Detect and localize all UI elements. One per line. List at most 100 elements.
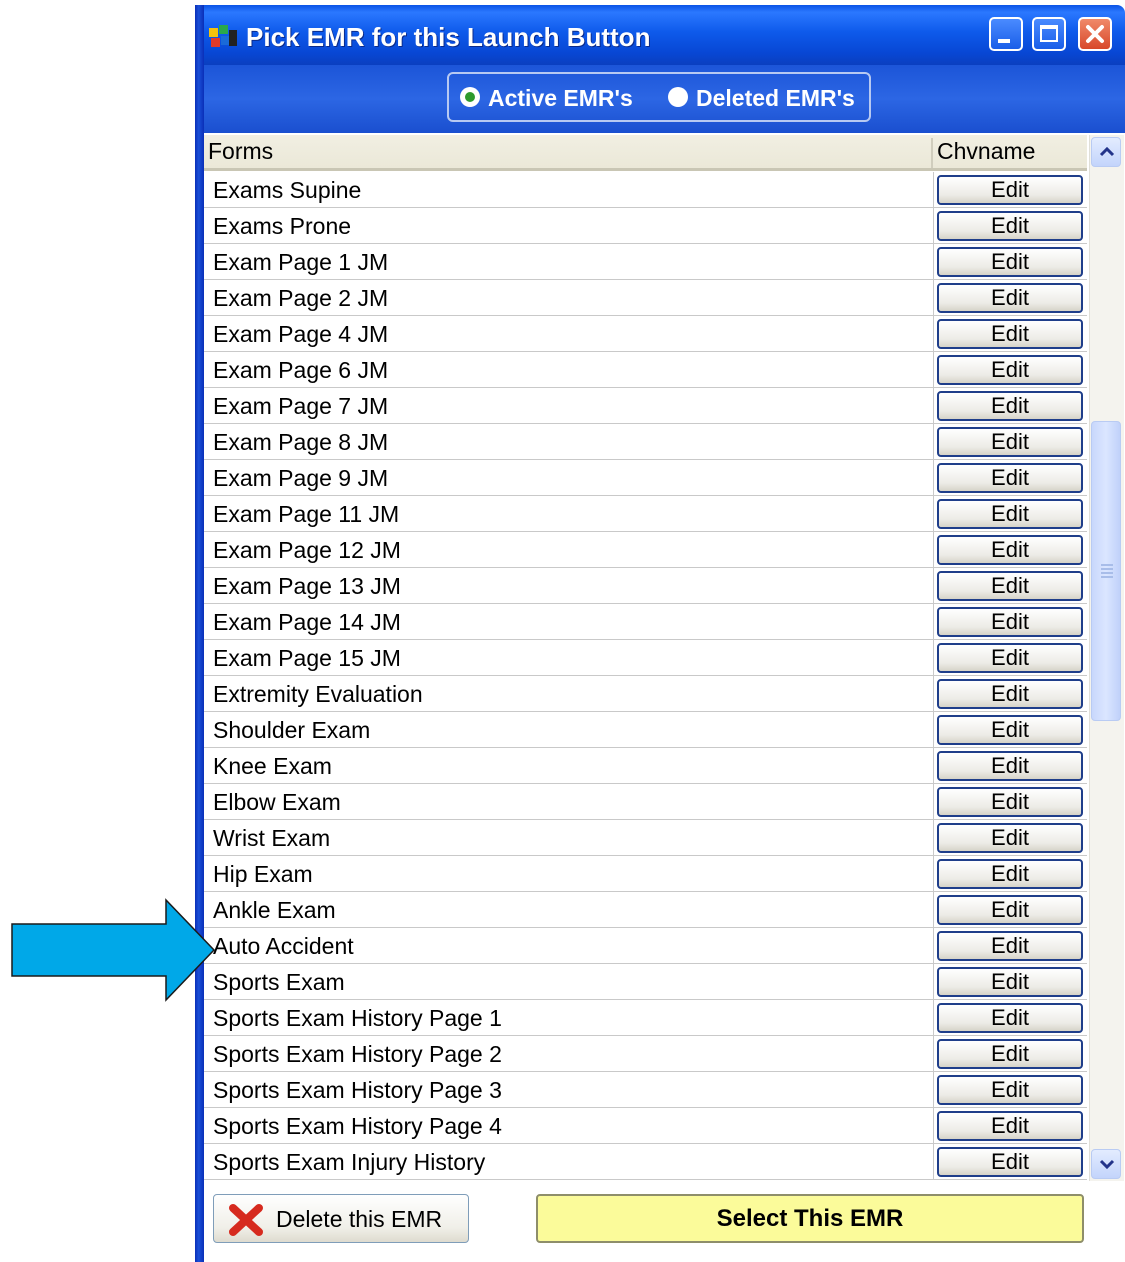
form-name-cell[interactable]: Exam Page 4 JM <box>213 319 388 349</box>
edit-button[interactable]: Edit <box>937 355 1083 385</box>
table-row[interactable]: Exam Page 9 JM Edit <box>204 460 1087 496</box>
table-row[interactable]: Exam Page 14 JM Edit <box>204 604 1087 640</box>
form-name-cell[interactable]: Extremity Evaluation <box>213 679 423 709</box>
edit-button[interactable]: Edit <box>937 1147 1083 1177</box>
maximize-button[interactable] <box>1032 17 1066 51</box>
form-name-cell[interactable]: Exam Page 9 JM <box>213 463 388 493</box>
form-name-cell[interactable]: Exams Prone <box>213 211 351 241</box>
table-row[interactable]: Extremity Evaluation Edit <box>204 676 1087 712</box>
form-name-cell[interactable]: Sports Exam History Page 3 <box>213 1075 502 1105</box>
edit-button[interactable]: Edit <box>937 571 1083 601</box>
edit-button[interactable]: Edit <box>937 643 1083 673</box>
edit-button[interactable]: Edit <box>937 1003 1083 1033</box>
cell-divider <box>933 1144 934 1180</box>
table-row[interactable]: Exams Prone Edit <box>204 208 1087 244</box>
edit-button[interactable]: Edit <box>937 427 1083 457</box>
edit-button[interactable]: Edit <box>937 535 1083 565</box>
delete-emr-button[interactable]: Delete this EMR <box>213 1194 469 1243</box>
table-row[interactable]: Exam Page 7 JM Edit <box>204 388 1087 424</box>
select-emr-button[interactable]: Select This EMR <box>536 1194 1084 1243</box>
column-divider[interactable] <box>931 138 933 168</box>
form-name-cell[interactable]: Exam Page 6 JM <box>213 355 388 385</box>
edit-button[interactable]: Edit <box>937 823 1083 853</box>
form-name-cell[interactable]: Auto Accident <box>213 931 354 961</box>
table-row[interactable]: Sports Exam History Page 2 Edit <box>204 1036 1087 1072</box>
table-row[interactable]: Sports Exam Edit <box>204 964 1087 1000</box>
minimize-button[interactable] <box>989 17 1023 51</box>
table-row[interactable]: Sports Exam History Page 4 Edit <box>204 1108 1087 1144</box>
edit-button[interactable]: Edit <box>937 211 1083 241</box>
edit-button[interactable]: Edit <box>937 247 1083 277</box>
form-name-cell[interactable]: Elbow Exam <box>213 787 341 817</box>
edit-button[interactable]: Edit <box>937 859 1083 889</box>
table-row[interactable]: Exam Page 2 JM Edit <box>204 280 1087 316</box>
edit-button[interactable]: Edit <box>937 967 1083 997</box>
form-name-cell[interactable]: Exam Page 13 JM <box>213 571 401 601</box>
form-name-cell[interactable]: Sports Exam History Page 2 <box>213 1039 502 1069</box>
form-name-cell[interactable]: Sports Exam History Page 4 <box>213 1111 502 1141</box>
edit-button[interactable]: Edit <box>937 751 1083 781</box>
form-name-cell[interactable]: Sports Exam Injury History <box>213 1147 485 1177</box>
form-name-cell[interactable]: Exam Page 1 JM <box>213 247 388 277</box>
scroll-up-button[interactable] <box>1091 137 1121 167</box>
active-emrs-radio[interactable] <box>460 87 480 107</box>
table-row[interactable]: Exam Page 13 JM Edit <box>204 568 1087 604</box>
form-name-cell[interactable]: Knee Exam <box>213 751 332 781</box>
form-name-cell[interactable]: Exams Supine <box>213 175 361 205</box>
edit-button[interactable]: Edit <box>937 895 1083 925</box>
table-row[interactable]: Ankle Exam Edit <box>204 892 1087 928</box>
edit-button[interactable]: Edit <box>937 463 1083 493</box>
edit-button[interactable]: Edit <box>937 175 1083 205</box>
table-row[interactable]: Exam Page 4 JM Edit <box>204 316 1087 352</box>
form-name-cell[interactable]: Sports Exam <box>213 967 345 997</box>
column-header-chvname[interactable]: Chvname <box>937 135 1035 168</box>
table-row[interactable]: Exam Page 1 JM Edit <box>204 244 1087 280</box>
scroll-thumb[interactable] <box>1091 421 1121 721</box>
form-name-cell[interactable]: Wrist Exam <box>213 823 330 853</box>
edit-button[interactable]: Edit <box>937 1111 1083 1141</box>
edit-button[interactable]: Edit <box>937 499 1083 529</box>
edit-button[interactable]: Edit <box>937 715 1083 745</box>
close-button[interactable] <box>1078 17 1112 51</box>
form-name-cell[interactable]: Exam Page 11 JM <box>213 499 399 529</box>
table-row[interactable]: Sports Exam Injury History Edit <box>204 1144 1087 1180</box>
table-row[interactable]: Exam Page 6 JM Edit <box>204 352 1087 388</box>
table-row[interactable]: Knee Exam Edit <box>204 748 1087 784</box>
form-name-cell[interactable]: Exam Page 15 JM <box>213 643 401 673</box>
table-row[interactable]: Sports Exam History Page 1 Edit <box>204 1000 1087 1036</box>
table-row[interactable]: Hip Exam Edit <box>204 856 1087 892</box>
edit-button[interactable]: Edit <box>937 787 1083 817</box>
table-row[interactable]: Exam Page 11 JM Edit <box>204 496 1087 532</box>
edit-button[interactable]: Edit <box>937 283 1083 313</box>
form-name-cell[interactable]: Exam Page 2 JM <box>213 283 388 313</box>
deleted-emrs-radio[interactable] <box>668 87 688 107</box>
form-name-cell[interactable]: Hip Exam <box>213 859 313 889</box>
table-row[interactable]: Exam Page 15 JM Edit <box>204 640 1087 676</box>
edit-button[interactable]: Edit <box>937 1075 1083 1105</box>
edit-button[interactable]: Edit <box>937 931 1083 961</box>
form-name-cell[interactable]: Exam Page 8 JM <box>213 427 388 457</box>
table-row[interactable]: Sports Exam History Page 3 Edit <box>204 1072 1087 1108</box>
table-row[interactable]: Auto Accident Edit <box>204 928 1087 964</box>
table-row[interactable]: Exams Supine Edit <box>204 172 1087 208</box>
table-row[interactable]: Exam Page 8 JM Edit <box>204 424 1087 460</box>
form-name-cell[interactable]: Ankle Exam <box>213 895 336 925</box>
form-name-cell[interactable]: Exam Page 7 JM <box>213 391 388 421</box>
deleted-emrs-label[interactable]: Deleted EMR's <box>696 84 855 112</box>
table-row[interactable]: Exam Page 12 JM Edit <box>204 532 1087 568</box>
table-row[interactable]: Shoulder Exam Edit <box>204 712 1087 748</box>
edit-button[interactable]: Edit <box>937 1039 1083 1069</box>
table-row[interactable]: Wrist Exam Edit <box>204 820 1087 856</box>
edit-button[interactable]: Edit <box>937 391 1083 421</box>
edit-button[interactable]: Edit <box>937 319 1083 349</box>
column-header-forms[interactable]: Forms <box>208 135 273 168</box>
active-emrs-label[interactable]: Active EMR's <box>488 84 633 112</box>
form-name-cell[interactable]: Exam Page 14 JM <box>213 607 401 637</box>
form-name-cell[interactable]: Exam Page 12 JM <box>213 535 401 565</box>
scroll-down-button[interactable] <box>1091 1149 1121 1179</box>
edit-button[interactable]: Edit <box>937 607 1083 637</box>
form-name-cell[interactable]: Sports Exam History Page 1 <box>213 1003 502 1033</box>
form-name-cell[interactable]: Shoulder Exam <box>213 715 370 745</box>
edit-button[interactable]: Edit <box>937 679 1083 709</box>
table-row[interactable]: Elbow Exam Edit <box>204 784 1087 820</box>
